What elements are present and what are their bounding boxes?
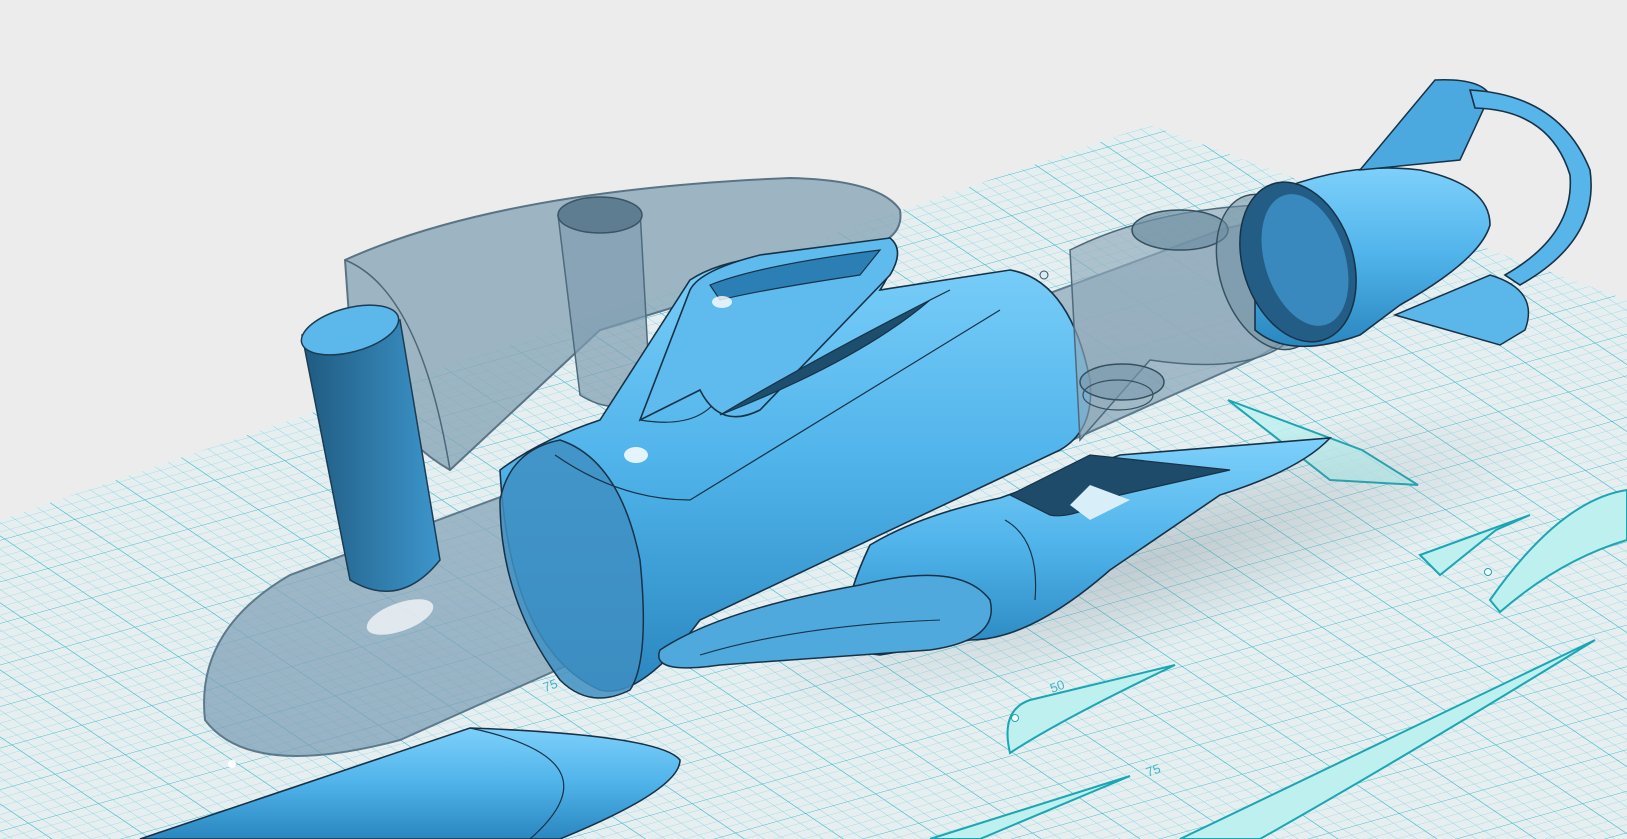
nose-highlight	[228, 760, 236, 768]
sketch-point	[1484, 568, 1492, 576]
viewport-canvas[interactable]: 75 50 75	[0, 0, 1627, 839]
sketch-point	[1011, 714, 1019, 722]
3d-viewport[interactable]: 75 50 75	[0, 0, 1627, 839]
